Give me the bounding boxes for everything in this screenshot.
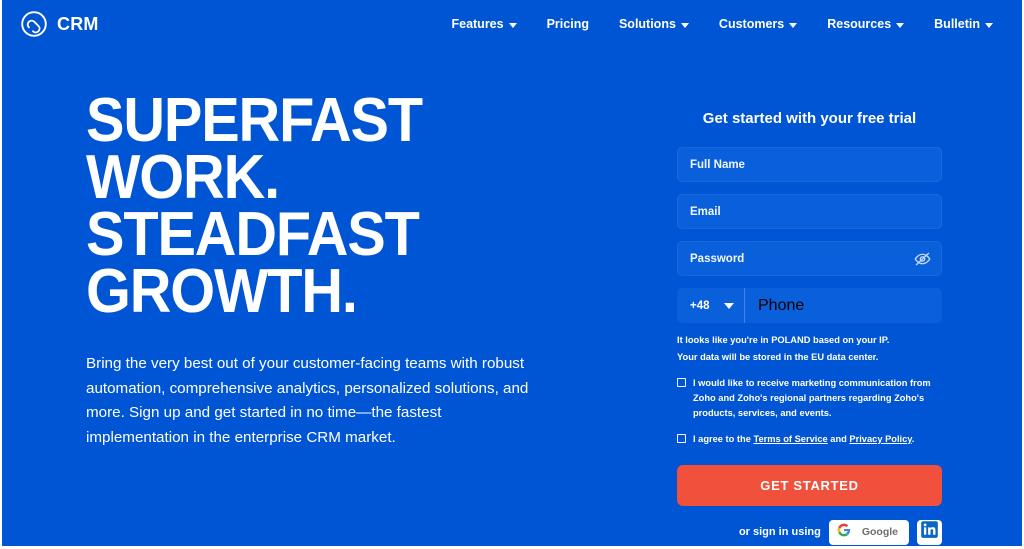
nav-label: Resources <box>827 17 892 31</box>
terms-consent-label: I agree to the Terms of Service and Priv… <box>693 432 914 447</box>
nav-item-solutions[interactable]: Solutions <box>604 11 704 37</box>
ip-location-note: It looks like you're in POLAND based on … <box>677 332 942 366</box>
terms-post: . <box>911 433 915 444</box>
marketing-consent-checkbox[interactable] <box>677 378 686 388</box>
google-icon <box>837 523 851 542</box>
chevron-down-icon <box>985 22 993 28</box>
brand-logo-link[interactable]: CRM <box>20 10 99 38</box>
nav-item-features[interactable]: Features <box>436 11 531 37</box>
email-input[interactable]: Email <box>677 194 942 229</box>
marketing-consent-label: I would like to receive marketing commun… <box>693 378 931 419</box>
nav-item-pricing[interactable]: Pricing <box>532 11 604 37</box>
nav-links: Features Pricing Solutions Customers Res… <box>436 11 1008 37</box>
full-name-input[interactable]: Full Name <box>677 147 942 182</box>
phone-placeholder: Phone <box>758 296 805 314</box>
password-input[interactable]: Password <box>677 241 942 276</box>
get-started-button[interactable]: GET STARTED <box>677 464 942 506</box>
nav-label: Bulletin <box>934 17 980 31</box>
marketing-consent-row[interactable]: I would like to receive marketing commun… <box>677 376 942 421</box>
top-navigation-bar: CRM Features Pricing Solutions Customers… <box>2 0 1022 48</box>
nav-label: Solutions <box>618 17 676 31</box>
nav-label: Customers <box>718 17 785 31</box>
social-signin-row: or sign in using Google <box>677 519 942 545</box>
data-center-line: Your data will be stored in the EU data … <box>677 352 879 363</box>
landing-page: CRM Features Pricing Solutions Customers… <box>0 0 1024 549</box>
linkedin-icon <box>920 520 939 544</box>
terms-consent-row[interactable]: I agree to the Terms of Service and Priv… <box>677 432 942 447</box>
hero-section: SUPERFAST WORK. STEADFAST GROWTH. Bring … <box>86 86 556 451</box>
terms-pre: I agree to the <box>693 433 754 444</box>
ip-location-line: It looks like you're in POLAND based on … <box>677 332 942 349</box>
hero-description: Bring the very best out of your customer… <box>86 355 529 446</box>
form-title: Get started with your free trial <box>702 110 917 127</box>
ip-note-post: based on your IP. <box>810 335 890 345</box>
chevron-down-icon <box>896 22 905 28</box>
nav-item-bulletin[interactable]: Bulletin <box>919 11 1008 37</box>
nav-item-customers[interactable]: Customers <box>704 11 812 37</box>
terms-consent-checkbox[interactable] <box>677 433 686 443</box>
linkedin-signin-button[interactable] <box>917 519 942 545</box>
social-signin-label: or sign in using <box>738 526 821 539</box>
chevron-down-icon <box>680 22 689 28</box>
chevron-down-icon <box>508 22 517 28</box>
brand-name: CRM <box>57 13 99 34</box>
terms-of-service-link[interactable]: Terms of Service <box>753 434 827 444</box>
nav-label: Pricing <box>546 17 589 31</box>
signup-form: Get started with your free trial Full Na… <box>677 110 942 545</box>
ip-note-pre: It looks like you're in <box>677 335 772 345</box>
chevron-down-icon <box>789 22 798 28</box>
country-code-value: +48 <box>690 299 710 312</box>
google-label: Google <box>861 526 898 539</box>
phone-row: +48 Phone <box>677 288 942 323</box>
nav-label: Features <box>451 17 504 31</box>
ip-country: POLAND <box>771 335 811 345</box>
eye-off-icon[interactable] <box>914 250 931 267</box>
phone-input[interactable]: Phone <box>745 288 942 323</box>
chevron-down-icon <box>724 302 734 309</box>
terms-mid: and <box>827 433 850 444</box>
nav-item-resources[interactable]: Resources <box>812 11 919 37</box>
infinity-circle-logo-icon <box>20 10 48 38</box>
full-name-placeholder: Full Name <box>690 158 745 171</box>
email-placeholder: Email <box>690 205 721 218</box>
password-placeholder: Password <box>690 252 745 265</box>
country-code-select[interactable]: +48 <box>677 288 745 323</box>
google-signin-button[interactable]: Google <box>828 519 909 545</box>
privacy-policy-link[interactable]: Privacy Policy <box>849 434 911 444</box>
page-title: SUPERFAST WORK. STEADFAST GROWTH. <box>86 86 423 327</box>
